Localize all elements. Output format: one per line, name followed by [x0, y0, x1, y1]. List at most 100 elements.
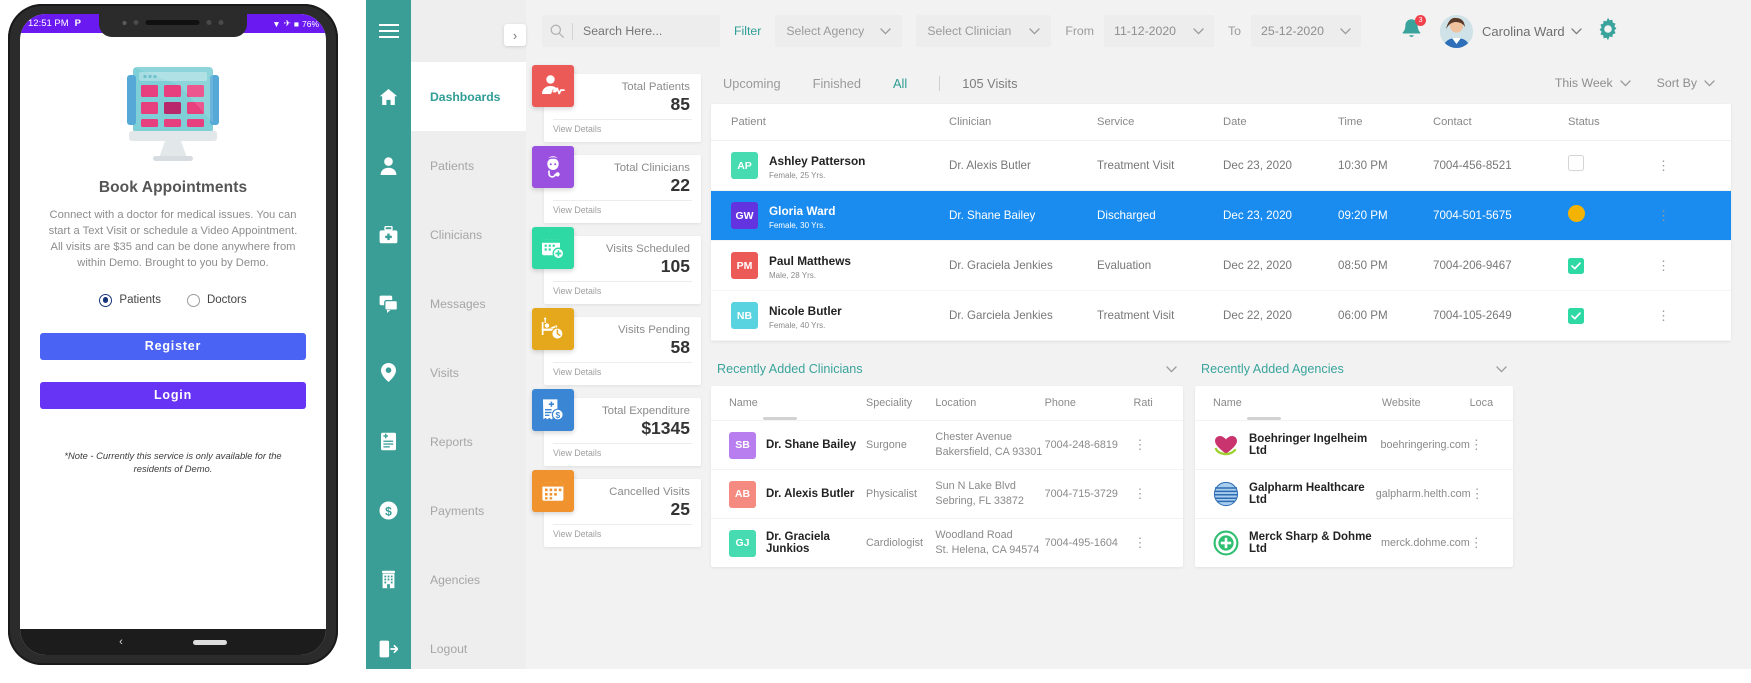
clinician-row[interactable]: GJ Dr. Graciela Junkios Cardiologist Woodla…	[711, 518, 1183, 567]
stat-card-view-details[interactable]: View Details	[553, 362, 692, 377]
stat-card-view-details[interactable]: View Details	[553, 524, 692, 539]
horizontal-scrollbar[interactable]	[763, 417, 797, 420]
stat-card[interactable]: Visits Pending 58 View Details	[532, 308, 701, 385]
row-menu-icon[interactable]: ⋮	[1657, 308, 1670, 323]
clinician-phone: 7004-715-3729	[1044, 487, 1118, 500]
sidebar-icon-logout[interactable]	[366, 614, 411, 683]
sidebar-item-clinicians[interactable]: Clinicians	[411, 200, 526, 269]
agency-row[interactable]: Merck Sharp & Dohme Ltd merck.dohme.com ⋮	[1195, 518, 1513, 567]
camera-dot-icon-2	[218, 20, 224, 25]
agency-row-menu-icon[interactable]: ⋮	[1470, 535, 1483, 550]
radio-patients-label: Patients	[119, 294, 161, 307]
agency-row-menu-icon[interactable]: ⋮	[1471, 486, 1484, 501]
status-checkbox-checked[interactable]	[1568, 257, 1584, 274]
filter-link[interactable]: Filter	[734, 24, 761, 38]
home-indicator-icon[interactable]	[192, 639, 227, 645]
table-row[interactable]: AP Ashley Patterson Female, 25 Yrs. Dr. Ale…	[711, 141, 1731, 191]
status-checkbox-unchecked[interactable]	[1568, 155, 1584, 171]
horizontal-scrollbar-agencies[interactable]	[1247, 417, 1281, 420]
sidebar-label-messages: Messages	[430, 296, 486, 311]
sidebar-item-messages[interactable]: Messages	[411, 269, 526, 338]
stat-card[interactable]: Total Patients 85 View Details	[532, 65, 701, 142]
settings-gear-icon[interactable]	[1596, 17, 1620, 46]
radio-patients-icon[interactable]	[99, 293, 113, 307]
sidebar-expand-button[interactable]: ›	[504, 24, 526, 46]
agency-row-menu-icon[interactable]: ⋮	[1470, 437, 1483, 452]
sidebar-item-payments[interactable]: Payments	[411, 476, 526, 545]
sidebar-icon-visits[interactable]	[366, 338, 411, 407]
sidebar-icon-payments[interactable]: $	[366, 476, 411, 545]
sidebar-icon-agencies[interactable]	[366, 545, 411, 614]
row-menu-icon[interactable]: ⋮	[1657, 208, 1670, 223]
table-row[interactable]: NB Nicole Butler Female, 40 Yrs. Dr. Garcie…	[711, 291, 1731, 341]
stat-card[interactable]: $ Total Expenditure $1345 View Details	[532, 389, 701, 466]
sidebar-item-visits[interactable]: Visits	[411, 338, 526, 407]
sidebar-item-reports[interactable]: Reports	[411, 407, 526, 476]
table-row[interactable]: PM Paul Matthews Male, 28 Yrs. Dr. Graciela…	[711, 241, 1731, 291]
search-container[interactable]	[542, 15, 720, 47]
tab-upcoming[interactable]: Upcoming	[723, 76, 781, 91]
radio-option-doctors[interactable]: Doctors	[186, 293, 247, 307]
select-clinician-dropdown[interactable]: Select Clinician	[916, 15, 1052, 47]
sort-by-dropdown[interactable]: Sort By	[1657, 76, 1715, 90]
col-cl-name: Name	[729, 397, 758, 409]
week-filter-dropdown[interactable]: This Week	[1555, 76, 1631, 90]
table-row[interactable]: GW Gloria Ward Female, 30 Yrs. Dr. Shane Ba…	[711, 191, 1731, 241]
clinician-row[interactable]: AB Dr. Alexis Butler Physicalist Sun N Lake…	[711, 469, 1183, 518]
cell-contact: 7004-501-5675	[1433, 209, 1512, 222]
stat-card-view-details[interactable]: View Details	[553, 200, 692, 215]
tab-finished[interactable]: Finished	[813, 76, 861, 91]
sidebar-icon-clinicians[interactable]	[366, 200, 411, 269]
clinician-phone: 7004-248-6819	[1044, 438, 1118, 451]
from-date-picker[interactable]: 11-12-2020	[1104, 15, 1215, 47]
sidebar-icon-dashboards[interactable]	[366, 62, 411, 131]
stat-card[interactable]: Cancelled Visits 25 View Details	[532, 470, 701, 547]
stat-card-view-details[interactable]: View Details	[553, 281, 692, 296]
clinician-row[interactable]: SB Dr. Shane Bailey Surgone Chester Avenue B…	[711, 420, 1183, 469]
row-menu-icon[interactable]: ⋮	[1657, 258, 1670, 273]
agencies-panel-collapse-icon[interactable]	[1496, 360, 1507, 378]
hamburger-menu-icon[interactable]	[366, 0, 411, 62]
notifications-button[interactable]: 3	[1401, 14, 1427, 45]
radio-option-patients[interactable]: Patients	[99, 293, 161, 307]
sidebar-item-logout[interactable]: Logout	[411, 614, 526, 683]
select-agency-dropdown[interactable]: Select Agency	[775, 15, 903, 47]
sidebar-item-patients[interactable]: Patients	[411, 131, 526, 200]
chevron-down-icon-user[interactable]	[1570, 22, 1582, 40]
sidebar-icon-messages[interactable]	[366, 269, 411, 338]
chevron-down-icon-sort	[1704, 79, 1715, 87]
cell-contact: 7004-105-2649	[1433, 309, 1512, 322]
phone-note: *Note - Currently this service is only a…	[64, 449, 282, 474]
clinician-row-menu-icon[interactable]: ⋮	[1134, 437, 1147, 452]
status-indicator-pending[interactable]	[1568, 204, 1585, 222]
agency-row[interactable]: Boehringer Ingelheim Ltd boehringering.co…	[1195, 420, 1513, 469]
stat-card[interactable]: Total Clinicians 22 View Details	[532, 146, 701, 223]
user-name[interactable]: Carolina Ward	[1482, 24, 1565, 39]
avatar[interactable]	[1440, 14, 1474, 48]
stat-card-view-details[interactable]: View Details	[553, 119, 692, 134]
sidebar-icon-reports[interactable]	[366, 407, 411, 476]
to-date-picker[interactable]: 25-12-2020	[1251, 15, 1362, 47]
clinician-row-menu-icon[interactable]: ⋮	[1134, 535, 1147, 550]
radio-doctors-icon[interactable]	[186, 293, 200, 307]
status-checkbox-checked[interactable]	[1568, 307, 1584, 324]
sidebar-item-dashboards[interactable]: Dashboards	[411, 62, 526, 131]
register-button[interactable]: Register	[40, 332, 306, 360]
agency-row[interactable]: Galpharm Healthcare Ltd galpharm.helth.co…	[1195, 469, 1513, 518]
stat-card[interactable]: Visits Scheduled 105 View Details	[532, 227, 701, 304]
svg-text:$: $	[385, 504, 392, 518]
sidebar-label-agencies: Agencies	[430, 572, 481, 587]
clinician-row-menu-icon[interactable]: ⋮	[1134, 486, 1147, 501]
tab-all[interactable]: All	[893, 76, 907, 91]
sidebar-item-agencies[interactable]: Agencies	[411, 545, 526, 614]
row-menu-icon[interactable]: ⋮	[1657, 158, 1670, 173]
patient-demographics: Female, 25 Yrs.	[769, 170, 826, 180]
back-icon[interactable]: ‹	[119, 636, 123, 648]
stat-card-view-details[interactable]: View Details	[553, 443, 692, 458]
search-input[interactable]	[573, 24, 708, 38]
clinicians-panel-collapse-icon[interactable]	[1166, 360, 1177, 378]
agency-name: Merck Sharp & Dohme Ltd	[1249, 531, 1372, 555]
cell-clinician: Dr. Graciela Jenkies	[949, 259, 1053, 272]
login-button[interactable]: Login	[40, 381, 306, 409]
sidebar-icon-patients[interactable]	[366, 131, 411, 200]
